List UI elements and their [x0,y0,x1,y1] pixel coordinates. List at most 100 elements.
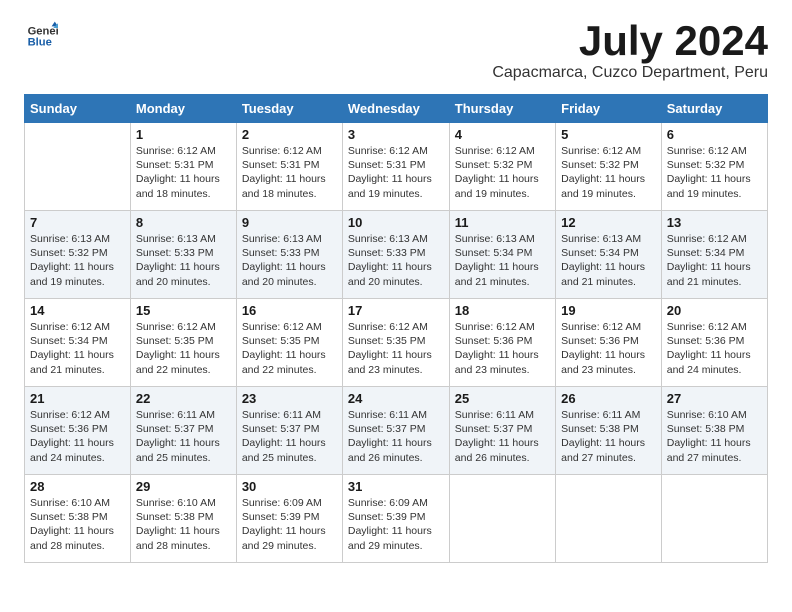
day-number: 4 [455,127,550,142]
svg-text:Blue: Blue [28,37,52,49]
calendar-cell: 10 Sunrise: 6:13 AM Sunset: 5:33 PM Dayli… [342,211,449,299]
calendar-cell: 4 Sunrise: 6:12 AM Sunset: 5:32 PM Daylig… [449,123,555,211]
weekday-header-monday: Monday [130,95,236,123]
day-info: Sunrise: 6:11 AM Sunset: 5:38 PM Dayligh… [561,408,656,465]
day-number: 7 [30,215,125,230]
header: General Blue July 2024 Capacmarca, Cuzco… [24,20,768,82]
location-subtitle: Capacmarca, Cuzco Department, Peru [492,64,768,82]
calendar-cell: 16Sunrise: 6:12 AM Sunset: 5:35 PM Dayli… [236,299,342,387]
day-number: 26 [561,391,656,406]
day-number: 28 [30,479,125,494]
calendar-cell: 30 Sunrise: 6:09 AM Sunset: 5:39 PM Dayli… [236,475,342,563]
month-year-title: July 2024 [492,20,768,62]
calendar-cell: 2 Sunrise: 6:12 AM Sunset: 5:31 PM Daylig… [236,123,342,211]
calendar-cell: 23 Sunrise: 6:11 AM Sunset: 5:37 PM Dayli… [236,387,342,475]
calendar-cell: 9 Sunrise: 6:13 AM Sunset: 5:33 PM Daylig… [236,211,342,299]
calendar-week-row: 21 Sunrise: 6:12 AM Sunset: 5:36 PM Dayli… [25,387,768,475]
day-info: Sunrise: 6:12 AM Sunset: 5:31 PM Dayligh… [348,144,444,201]
calendar-cell: 11 Sunrise: 6:13 AM Sunset: 5:34 PM Dayli… [449,211,555,299]
weekday-header-row: SundayMondayTuesdayWednesdayThursdayFrid… [25,95,768,123]
day-info: Sunrise: 6:12 AM Sunset: 5:36 PM Dayligh… [561,320,656,377]
day-info: Sunrise: 6:12 AM Sunset: 5:31 PM Dayligh… [136,144,231,201]
day-info: Sunrise: 6:09 AM Sunset: 5:39 PM Dayligh… [242,496,337,553]
calendar-cell [661,475,767,563]
day-number: 17 [348,303,444,318]
calendar-cell: 17 Sunrise: 6:12 AM Sunset: 5:35 PM Dayli… [342,299,449,387]
calendar-cell: 25 Sunrise: 6:11 AM Sunset: 5:37 PM Dayli… [449,387,555,475]
weekday-header-thursday: Thursday [449,95,555,123]
day-info: Sunrise: 6:11 AM Sunset: 5:37 PM Dayligh… [455,408,550,465]
calendar-cell: 6 Sunrise: 6:12 AM Sunset: 5:32 PM Daylig… [661,123,767,211]
calendar-cell: 1 Sunrise: 6:12 AM Sunset: 5:31 PM Daylig… [130,123,236,211]
calendar-cell: 21 Sunrise: 6:12 AM Sunset: 5:36 PM Dayli… [25,387,131,475]
day-info: Sunrise: 6:13 AM Sunset: 5:33 PM Dayligh… [348,232,444,289]
day-info: Sunrise: 6:12 AM Sunset: 5:32 PM Dayligh… [667,144,762,201]
day-number: 12 [561,215,656,230]
day-info: Sunrise: 6:12 AM Sunset: 5:36 PM Dayligh… [30,408,125,465]
logo: General Blue [24,20,58,52]
weekday-header-friday: Friday [556,95,662,123]
day-info: Sunrise: 6:12 AM Sunset: 5:32 PM Dayligh… [561,144,656,201]
title-area: July 2024 Capacmarca, Cuzco Department, … [492,20,768,82]
calendar-cell [25,123,131,211]
day-number: 10 [348,215,444,230]
calendar-cell: 27Sunrise: 6:10 AM Sunset: 5:38 PM Dayli… [661,387,767,475]
calendar-cell: 3Sunrise: 6:12 AM Sunset: 5:31 PM Daylig… [342,123,449,211]
day-info: Sunrise: 6:13 AM Sunset: 5:33 PM Dayligh… [242,232,337,289]
day-number: 6 [667,127,762,142]
calendar-table: SundayMondayTuesdayWednesdayThursdayFrid… [24,94,768,563]
day-info: Sunrise: 6:12 AM Sunset: 5:32 PM Dayligh… [455,144,550,201]
day-info: Sunrise: 6:11 AM Sunset: 5:37 PM Dayligh… [136,408,231,465]
day-number: 9 [242,215,337,230]
calendar-cell: 24Sunrise: 6:11 AM Sunset: 5:37 PM Dayli… [342,387,449,475]
calendar-cell: 26 Sunrise: 6:11 AM Sunset: 5:38 PM Dayli… [556,387,662,475]
day-number: 16 [242,303,337,318]
calendar-week-row: 1 Sunrise: 6:12 AM Sunset: 5:31 PM Daylig… [25,123,768,211]
day-number: 11 [455,215,550,230]
calendar-body: 1 Sunrise: 6:12 AM Sunset: 5:31 PM Daylig… [25,123,768,563]
day-number: 14 [30,303,125,318]
day-info: Sunrise: 6:12 AM Sunset: 5:36 PM Dayligh… [455,320,550,377]
day-info: Sunrise: 6:10 AM Sunset: 5:38 PM Dayligh… [667,408,762,465]
day-number: 29 [136,479,231,494]
day-info: Sunrise: 6:13 AM Sunset: 5:34 PM Dayligh… [455,232,550,289]
calendar-cell: 8 Sunrise: 6:13 AM Sunset: 5:33 PM Daylig… [130,211,236,299]
calendar-cell: 20Sunrise: 6:12 AM Sunset: 5:36 PM Dayli… [661,299,767,387]
day-number: 22 [136,391,231,406]
day-info: Sunrise: 6:12 AM Sunset: 5:35 PM Dayligh… [136,320,231,377]
calendar-cell: 15Sunrise: 6:12 AM Sunset: 5:35 PM Dayli… [130,299,236,387]
day-number: 13 [667,215,762,230]
day-number: 2 [242,127,337,142]
calendar-cell: 13 Sunrise: 6:12 AM Sunset: 5:34 PM Dayli… [661,211,767,299]
day-number: 25 [455,391,550,406]
calendar-cell: 22 Sunrise: 6:11 AM Sunset: 5:37 PM Dayli… [130,387,236,475]
day-number: 19 [561,303,656,318]
day-info: Sunrise: 6:12 AM Sunset: 5:31 PM Dayligh… [242,144,337,201]
svg-text:General: General [28,25,58,37]
day-number: 30 [242,479,337,494]
calendar-week-row: 28 Sunrise: 6:10 AM Sunset: 5:38 PM Dayli… [25,475,768,563]
calendar-week-row: 7 Sunrise: 6:13 AM Sunset: 5:32 PM Daylig… [25,211,768,299]
day-number: 23 [242,391,337,406]
day-info: Sunrise: 6:13 AM Sunset: 5:34 PM Dayligh… [561,232,656,289]
day-info: Sunrise: 6:13 AM Sunset: 5:32 PM Dayligh… [30,232,125,289]
day-info: Sunrise: 6:10 AM Sunset: 5:38 PM Dayligh… [30,496,125,553]
day-info: Sunrise: 6:12 AM Sunset: 5:36 PM Dayligh… [667,320,762,377]
day-info: Sunrise: 6:11 AM Sunset: 5:37 PM Dayligh… [242,408,337,465]
calendar-cell: 7 Sunrise: 6:13 AM Sunset: 5:32 PM Daylig… [25,211,131,299]
weekday-header-saturday: Saturday [661,95,767,123]
day-info: Sunrise: 6:12 AM Sunset: 5:34 PM Dayligh… [667,232,762,289]
calendar-cell: 18Sunrise: 6:12 AM Sunset: 5:36 PM Dayli… [449,299,555,387]
day-info: Sunrise: 6:12 AM Sunset: 5:34 PM Dayligh… [30,320,125,377]
calendar-cell: 14 Sunrise: 6:12 AM Sunset: 5:34 PM Dayli… [25,299,131,387]
calendar-cell: 31Sunrise: 6:09 AM Sunset: 5:39 PM Dayli… [342,475,449,563]
logo-icon: General Blue [26,20,58,52]
weekday-header-tuesday: Tuesday [236,95,342,123]
day-info: Sunrise: 6:12 AM Sunset: 5:35 PM Dayligh… [348,320,444,377]
day-number: 21 [30,391,125,406]
day-number: 8 [136,215,231,230]
calendar-cell: 29Sunrise: 6:10 AM Sunset: 5:38 PM Dayli… [130,475,236,563]
day-number: 1 [136,127,231,142]
calendar-cell [449,475,555,563]
day-info: Sunrise: 6:13 AM Sunset: 5:33 PM Dayligh… [136,232,231,289]
